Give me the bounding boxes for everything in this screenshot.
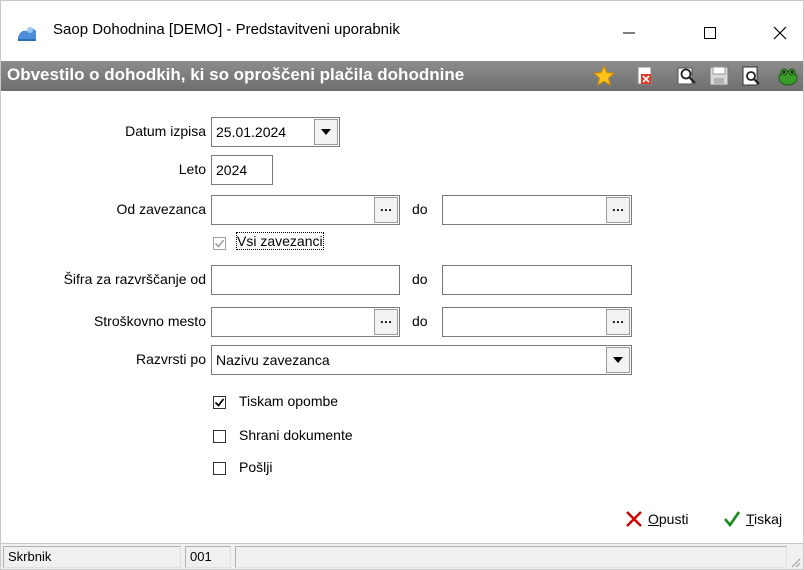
od-zavezanca-to-label: do <box>412 201 428 217</box>
report-form: Datum izpisa 25.01.2024 Leto Od zavezanc… <box>1 91 803 537</box>
strosk-mesto-from-input[interactable] <box>211 307 400 337</box>
od-zavezanca-from-browse-button[interactable]: … <box>374 197 398 223</box>
window-title: Saop Dohodnina [DEMO] - Predstavitveni u… <box>53 21 400 38</box>
od-zavezanca-from-input[interactable] <box>211 195 400 225</box>
strosk-mesto-to-input[interactable] <box>442 307 632 337</box>
title-bar: Saop Dohodnina [DEMO] - Predstavitveni u… <box>1 1 803 61</box>
print-preview-icon[interactable] <box>739 64 763 88</box>
vsi-zavezanci-checkbox[interactable] <box>213 237 226 250</box>
checkmark-icon <box>214 239 225 248</box>
status-code: 001 <box>185 546 231 568</box>
chevron-down-icon <box>613 357 623 363</box>
status-extra <box>235 546 787 568</box>
save-icon[interactable] <box>707 64 731 88</box>
razvrsti-po-value: Nazivu zavezanca <box>216 352 330 368</box>
search-icon[interactable] <box>675 64 699 88</box>
leto-input[interactable] <box>211 155 273 185</box>
close-button[interactable] <box>757 13 803 53</box>
minimize-icon <box>623 32 635 34</box>
delete-doc-icon[interactable] <box>633 64 657 88</box>
status-user: Skrbnik <box>3 546 181 568</box>
star-icon[interactable] <box>592 64 616 88</box>
vsi-zavezanci-label: Vsi zavezanci <box>236 232 324 250</box>
poslji-label: Pošlji <box>239 459 273 475</box>
print-button[interactable]: Tiskaj <box>723 507 782 531</box>
datum-izpisa-label: Datum izpisa <box>125 123 206 139</box>
checkmark-icon <box>724 511 741 528</box>
od-zavezanca-label: Od zavezanca <box>116 201 207 217</box>
sifra-to-label: do <box>412 271 428 287</box>
cancel-x-icon <box>626 511 642 527</box>
razvrsti-po-dropdown-button[interactable] <box>606 347 630 373</box>
strosk-mesto-to-browse-button[interactable]: … <box>606 309 630 335</box>
leto-label: Leto <box>178 161 206 177</box>
close-icon <box>773 26 787 40</box>
od-zavezanca-to-browse-button[interactable]: … <box>606 197 630 223</box>
strosk-mesto-label: Stroškovno mesto <box>93 313 206 329</box>
od-zavezanca-to-input[interactable] <box>442 195 632 225</box>
status-bar: Skrbnik 001 <box>1 543 803 569</box>
app-window: Saop Dohodnina [DEMO] - Predstavitveni u… <box>0 0 804 570</box>
app-logo-icon <box>18 27 36 41</box>
checkmark-icon <box>214 398 225 407</box>
cancel-button-label: Opusti <box>648 511 689 527</box>
sifra-to-input[interactable] <box>442 265 632 295</box>
print-button-label: Tiskaj <box>746 511 783 527</box>
header-band: Obvestilo o dohodkih, ki so oproščeni pl… <box>1 61 803 91</box>
shrani-dokumente-checkbox[interactable] <box>213 430 226 443</box>
poslji-checkbox[interactable] <box>213 462 226 475</box>
shrani-dokumente-label: Shrani dokumente <box>239 427 353 443</box>
maximize-button[interactable] <box>687 13 733 53</box>
strosk-mesto-from-browse-button[interactable]: … <box>374 309 398 335</box>
maximize-icon <box>704 27 716 39</box>
razvrsti-po-label: Razvrsti po <box>135 351 206 367</box>
datum-izpisa-dropdown-button[interactable] <box>314 119 338 145</box>
page-title: Obvestilo o dohodkih, ki so oproščeni pl… <box>7 65 465 84</box>
cancel-button[interactable]: Opusti <box>625 507 688 531</box>
resize-grip-icon[interactable] <box>789 556 801 568</box>
tiskam-opombe-checkbox[interactable] <box>213 396 226 409</box>
tiskam-opombe-label: Tiskam opombe <box>239 393 339 409</box>
sifra-label: Šifra za razvrščanje od <box>63 271 206 287</box>
razvrsti-po-select[interactable]: Nazivu zavezanca <box>211 345 632 375</box>
frog-icon[interactable] <box>776 64 800 88</box>
sifra-from-input[interactable] <box>211 265 400 295</box>
datum-izpisa-value: 25.01.2024 <box>216 124 287 140</box>
minimize-button[interactable] <box>606 13 652 53</box>
strosk-mesto-to-label: do <box>412 313 428 329</box>
chevron-down-icon <box>321 129 331 135</box>
